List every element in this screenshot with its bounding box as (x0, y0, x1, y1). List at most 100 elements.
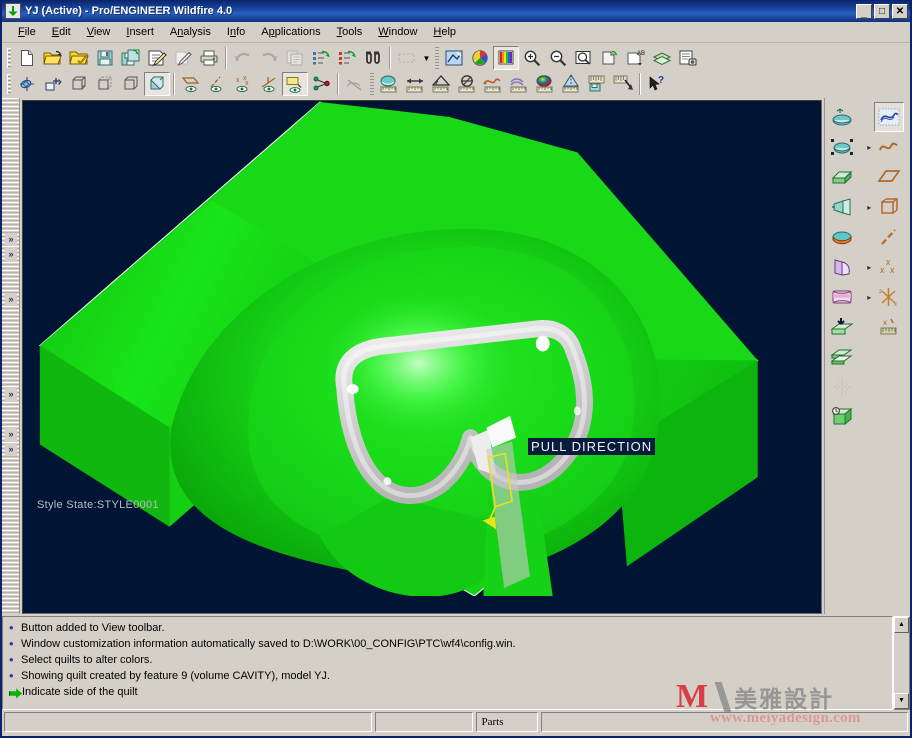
left-rail-expander-2[interactable]: » (5, 248, 17, 261)
solidify-icon[interactable] (827, 402, 857, 432)
shading-icon[interactable] (144, 72, 170, 96)
redo-icon[interactable] (256, 46, 282, 70)
draft-check-icon[interactable] (558, 72, 584, 96)
model-tree-setup-icon[interactable] (675, 46, 701, 70)
saved-analysis-icon[interactable] (584, 72, 610, 96)
menu-insert[interactable]: Insert (118, 24, 162, 40)
flyout-arrow-refpoint[interactable]: ▸ (864, 293, 874, 302)
reference-point-icon[interactable]: z x (874, 282, 904, 312)
datum-csys-display-icon[interactable] (256, 72, 282, 96)
no-hidden-icon[interactable] (118, 72, 144, 96)
boundary-blend-icon[interactable] (827, 312, 857, 342)
hidden-line-icon[interactable] (92, 72, 118, 96)
datum-point-display-icon[interactable]: x x x (230, 72, 256, 96)
left-rail-expander-3[interactable]: » (5, 293, 17, 306)
repaint-icon[interactable] (394, 46, 420, 70)
surface-analysis-icon[interactable] (532, 72, 558, 96)
left-rail-expander-5[interactable]: » (5, 428, 17, 441)
scroll-down-icon[interactable]: ▼ (894, 693, 909, 709)
flyout-arrow-point[interactable]: ▸ (864, 263, 874, 272)
measure-curve-length-icon[interactable] (480, 72, 506, 96)
erase-icon[interactable] (170, 46, 196, 70)
set-working-directory-icon[interactable] (66, 46, 92, 70)
zoom-in-icon[interactable] (519, 46, 545, 70)
wireframe-icon[interactable] (66, 72, 92, 96)
menu-view[interactable]: View (79, 24, 119, 40)
message-list[interactable]: • Button added to View toolbar. • Window… (2, 616, 893, 710)
left-rail-expander-1[interactable]: » (5, 233, 17, 246)
measure-area-icon[interactable] (376, 72, 402, 96)
status-selection-filter[interactable]: Parts (475, 712, 538, 732)
variable-section-sweep-icon[interactable] (827, 282, 857, 312)
annotation-icon[interactable]: AB (623, 46, 649, 70)
revolve-icon[interactable] (827, 192, 857, 222)
menu-file[interactable]: FFileile (10, 24, 44, 40)
save-icon[interactable] (92, 46, 118, 70)
datum-plane-display-icon[interactable] (178, 72, 204, 96)
blend-icon[interactable] (827, 222, 857, 252)
context-help-icon[interactable]: ? (644, 72, 670, 96)
toolbar-grip-2[interactable] (7, 74, 11, 94)
measure-angle-icon[interactable] (428, 72, 454, 96)
open-file-icon[interactable] (40, 46, 66, 70)
menu-help[interactable]: Help (425, 24, 464, 40)
copy-icon[interactable] (282, 46, 308, 70)
datum-point-icon[interactable]: x x x (874, 252, 904, 282)
measure-diameter-icon[interactable] (454, 72, 480, 96)
orient-mode-icon[interactable] (40, 72, 66, 96)
regenerate-manual-icon[interactable] (334, 46, 360, 70)
zoom-out-icon[interactable] (545, 46, 571, 70)
datum-axis-icon[interactable] (874, 222, 904, 252)
datum-axis-display-icon[interactable] (204, 72, 230, 96)
left-rail-expander-6[interactable]: » (5, 443, 17, 456)
hide-icon[interactable] (342, 72, 368, 96)
saved-view-list-icon[interactable] (597, 46, 623, 70)
flyout-arrow-csys[interactable]: ▸ (864, 203, 874, 212)
annotation-display-icon[interactable] (282, 72, 308, 96)
menu-window[interactable]: Window (370, 24, 425, 40)
left-rail-expander-4[interactable]: » (5, 388, 17, 401)
free-form-icon[interactable] (827, 132, 857, 162)
measure-distance-icon[interactable] (402, 72, 428, 96)
style-icon[interactable] (874, 102, 905, 132)
scroll-up-icon[interactable]: ▲ (894, 617, 909, 633)
curvature-analysis-icon[interactable] (506, 72, 532, 96)
minimize-button[interactable]: _ (856, 3, 872, 19)
layers-icon[interactable] (649, 46, 675, 70)
menu-tools[interactable]: Tools (329, 24, 371, 40)
chain-display-icon[interactable] (308, 72, 334, 96)
chevron-down-icon[interactable]: ▼ (420, 46, 433, 70)
new-file-icon[interactable] (14, 46, 40, 70)
sketcher-display-icon[interactable] (441, 46, 467, 70)
datum-plane-icon[interactable] (874, 162, 904, 192)
refit-icon[interactable] (571, 46, 597, 70)
menu-edit[interactable]: Edit (44, 24, 79, 40)
toolbar-grip[interactable] (7, 48, 11, 68)
merge-quilt-icon[interactable] (827, 342, 857, 372)
style-surface-icon[interactable] (827, 102, 857, 132)
maximize-button[interactable]: □ (874, 3, 890, 19)
print-icon[interactable] (196, 46, 222, 70)
swept-blend-icon[interactable] (827, 252, 857, 282)
spin-center-icon[interactable] (14, 72, 40, 96)
graphics-viewport[interactable]: Style State:STYLE0001 PULL DIRECTION (22, 100, 822, 614)
curve-icon[interactable] (874, 132, 904, 162)
field-point-icon[interactable]: x (874, 312, 904, 342)
save-a-copy-icon[interactable] (118, 46, 144, 70)
color-appearance-icon[interactable] (493, 46, 519, 70)
message-scrollbar[interactable]: ▲ ▼ (893, 616, 910, 710)
delete-analysis-icon[interactable] (610, 72, 636, 96)
menu-info[interactable]: Info (219, 24, 253, 40)
close-button[interactable]: ✕ (892, 3, 908, 19)
datum-csys-icon[interactable] (874, 192, 904, 222)
find-icon[interactable] (360, 46, 386, 70)
undo-icon[interactable] (230, 46, 256, 70)
appearance-gallery-icon[interactable] (467, 46, 493, 70)
extrude-icon[interactable] (827, 162, 857, 192)
menu-applications[interactable]: Applications (253, 24, 328, 40)
print-preview-icon[interactable] (144, 46, 170, 70)
regenerate-icon[interactable] (308, 46, 334, 70)
trim-icon[interactable] (827, 372, 857, 402)
flyout-arrow-curve[interactable]: ▸ (864, 143, 874, 152)
menu-analysis[interactable]: Analysis (162, 24, 219, 40)
